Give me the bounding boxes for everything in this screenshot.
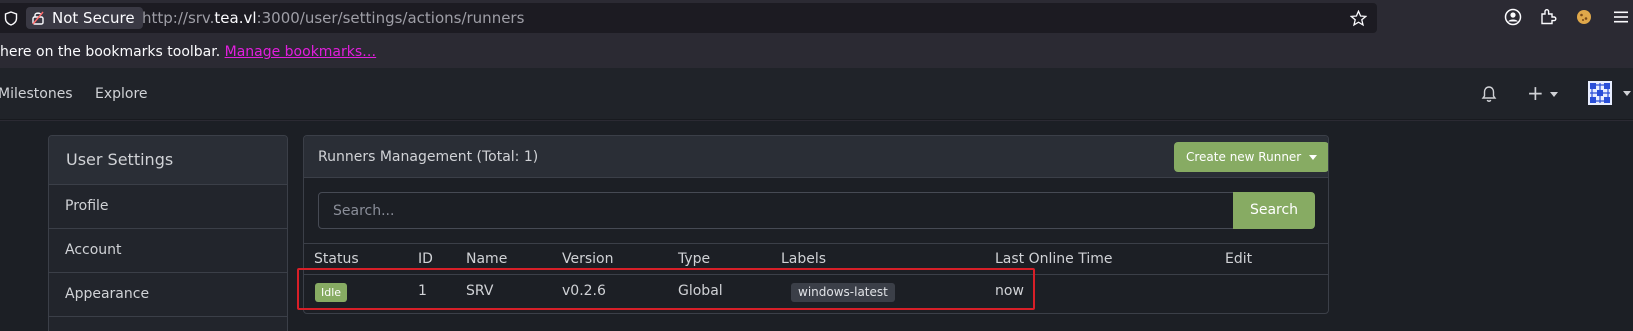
column-version[interactable]: Version xyxy=(562,244,613,275)
bookmarks-toolbar: here on the bookmarks toolbar. Manage bo… xyxy=(0,36,1633,68)
column-status[interactable]: Status xyxy=(314,244,359,275)
sidebar-item-account[interactable]: Account xyxy=(49,229,287,273)
bell-icon[interactable] xyxy=(1481,85,1497,103)
url-host: tea.vl xyxy=(214,9,257,27)
runner-version: v0.2.6 xyxy=(562,283,606,299)
nav-milestones[interactable]: Milestones xyxy=(0,68,73,120)
table-header: Status ID Name Version Type Labels Last … xyxy=(304,243,1328,275)
sidebar-item-profile[interactable]: Profile xyxy=(49,185,287,229)
broken-lock-icon xyxy=(32,11,44,25)
create-menu[interactable]: + xyxy=(1527,82,1558,104)
column-id[interactable]: ID xyxy=(418,244,433,275)
main-content: User Settings Profile Account Appearance… xyxy=(0,121,1633,331)
runner-name: SRV xyxy=(466,283,494,299)
not-secure-badge[interactable]: Not Secure xyxy=(26,7,143,29)
url-suffix: :3000/user/settings/actions/runners xyxy=(256,9,525,27)
page-title: Runners Management (Total: 1) xyxy=(318,149,539,165)
nav-explore[interactable]: Explore xyxy=(95,68,148,120)
runner-id: 1 xyxy=(418,283,427,299)
table-row: Idle 1 SRV v0.2.6 Global windows-latest … xyxy=(304,275,1328,308)
settings-sidebar: User Settings Profile Account Appearance xyxy=(48,135,288,331)
column-labels: Labels xyxy=(781,251,827,267)
top-nav: Milestones Explore + xyxy=(0,68,1633,120)
status-badge: Idle xyxy=(315,283,348,302)
sidebar-item-appearance[interactable]: Appearance xyxy=(49,273,287,317)
chevron-down-icon xyxy=(1309,155,1318,160)
url-prefix: http://srv. xyxy=(142,9,215,27)
column-name[interactable]: Name xyxy=(466,244,507,275)
manage-bookmarks-link[interactable]: Manage bookmarks… xyxy=(225,44,377,60)
bookmarks-hint: here on the bookmarks toolbar. xyxy=(0,44,225,60)
url-text[interactable]: http://srv.tea.vl:3000/user/settings/act… xyxy=(142,8,524,28)
search-input[interactable] xyxy=(318,192,1234,229)
menu-icon[interactable] xyxy=(1612,8,1630,26)
column-edit: Edit xyxy=(1225,251,1253,267)
avatar-chevron-down-icon[interactable] xyxy=(1623,91,1631,96)
extension-cookie-icon[interactable] xyxy=(1575,8,1593,26)
bookmark-star-icon[interactable] xyxy=(1350,10,1367,27)
chevron-down-icon xyxy=(1549,92,1558,97)
runners-panel: Runners Management (Total: 1) Create new… xyxy=(303,135,1329,314)
runners-table: Status ID Name Version Type Labels Last … xyxy=(304,243,1328,308)
runner-last-online: now xyxy=(995,283,1024,299)
runner-search: Search xyxy=(318,192,1315,229)
not-secure-label: Not Secure xyxy=(52,9,135,27)
create-runner-label: Create new Runner xyxy=(1186,150,1302,164)
runners-header: Runners Management (Total: 1) Create new… xyxy=(304,136,1328,178)
url-field[interactable]: Not Secure http://srv.tea.vl:3000/user/s… xyxy=(0,3,1377,33)
runner-label: windows-latest xyxy=(791,283,895,302)
avatar[interactable] xyxy=(1588,81,1612,105)
browser-toolbar: Not Secure http://srv.tea.vl:3000/user/s… xyxy=(0,0,1633,36)
search-button[interactable]: Search xyxy=(1233,192,1315,229)
column-type[interactable]: Type xyxy=(678,244,710,275)
create-runner-button[interactable]: Create new Runner xyxy=(1174,142,1328,172)
runner-type: Global xyxy=(678,283,723,299)
account-icon[interactable] xyxy=(1504,8,1522,26)
extensions-icon[interactable] xyxy=(1539,8,1557,26)
plus-icon: + xyxy=(1527,81,1544,105)
shield-icon[interactable] xyxy=(4,11,18,26)
sidebar-heading: User Settings xyxy=(49,136,287,185)
column-last-online[interactable]: Last Online Time xyxy=(995,244,1112,275)
